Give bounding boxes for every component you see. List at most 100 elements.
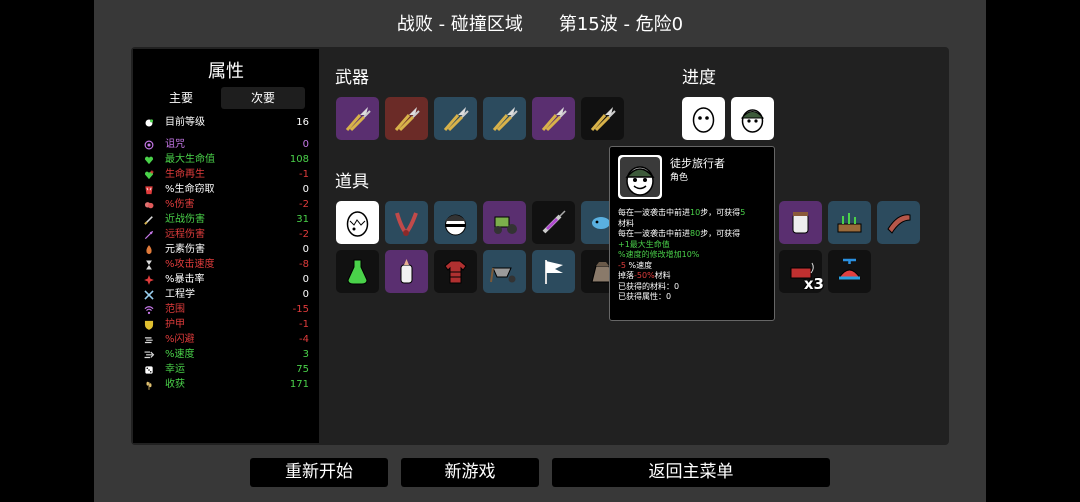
new-game-button[interactable]: 新游戏	[401, 458, 539, 487]
tab-primary-stats[interactable]: 主要	[141, 87, 221, 109]
stat-label: %生命窃取	[165, 184, 215, 195]
stat-value: 31	[296, 214, 309, 225]
main-menu-button[interactable]: 返回主菜单	[552, 458, 830, 487]
luck-icon	[143, 364, 154, 375]
harvest-icon	[143, 379, 154, 390]
stat-value: 75	[296, 364, 309, 375]
stat-label: 护甲	[165, 319, 185, 330]
tooltip-text: 10%	[681, 250, 700, 259]
tooltip-line: -5 %速度	[618, 261, 770, 272]
stat-value: 0	[302, 274, 309, 285]
tooltip-text: 10	[690, 208, 701, 217]
tooltip-text: 步，可获得	[700, 208, 741, 217]
item-slot[interactable]	[434, 201, 477, 244]
stat-row: 幸运 75	[141, 362, 309, 377]
curse-icon	[143, 139, 154, 150]
range-icon	[143, 304, 154, 315]
ranged-icon	[143, 229, 154, 240]
progress-slot[interactable]	[682, 97, 725, 140]
item-slot[interactable]	[336, 250, 379, 293]
item-slot[interactable]: x3	[779, 250, 824, 293]
stat-label: %伤害	[165, 199, 195, 210]
stat-label: 范围	[165, 304, 185, 315]
progress-title: 进度	[682, 68, 716, 88]
item-slot[interactable]	[532, 201, 575, 244]
items-title: 道具	[335, 172, 369, 192]
tooltip-text: 掉落	[618, 271, 634, 280]
tab-secondary-stats[interactable]: 次要	[221, 87, 305, 109]
tooltip-text: 已获得的材料：0	[618, 281, 680, 291]
tooltip-text: 材料	[618, 218, 634, 228]
tooltip-text: 每在一波袭击中前进	[618, 208, 690, 217]
item-slot[interactable]	[828, 201, 871, 244]
stat-row: %攻击速度 -8	[141, 257, 309, 272]
tooltip-line: 材料	[618, 219, 770, 230]
tooltip-text: -5	[618, 260, 626, 270]
stat-row: 最大生命值 108	[141, 152, 309, 167]
tooltip-text: +1最大生命值	[618, 239, 670, 249]
tooltip-text: 步，可获得	[700, 229, 741, 238]
stat-row: 目前等级 16	[141, 115, 309, 130]
progress-slot[interactable]	[731, 97, 774, 140]
tooltip-text: -50%	[634, 271, 655, 280]
item-slot[interactable]	[828, 250, 871, 293]
item-slot[interactable]	[483, 201, 526, 244]
tooltip-line: 每在一波袭击中前进80步，可获得	[618, 229, 770, 240]
crit-icon	[143, 274, 154, 285]
heart-icon	[143, 154, 154, 165]
stat-row: 诅咒 0	[141, 137, 309, 152]
stat-row: 范围 -15	[141, 302, 309, 317]
item-slot[interactable]	[336, 201, 379, 244]
attack-speed-icon	[143, 259, 154, 270]
tooltip-text: 5	[740, 208, 746, 217]
tooltip-text: 每在一波袭击中前进	[618, 229, 690, 238]
stat-label: 远程伤害	[165, 229, 205, 240]
item-slot[interactable]	[385, 201, 428, 244]
item-slot[interactable]	[779, 201, 822, 244]
stat-value: -4	[299, 334, 309, 345]
stat-row: 收获 171	[141, 377, 309, 392]
weapon-slot[interactable]	[581, 97, 624, 140]
tooltip-text: %速度	[625, 260, 653, 270]
stat-label: 元素伤害	[165, 244, 205, 255]
stat-value: 16	[296, 117, 309, 128]
stat-label: 诅咒	[165, 139, 185, 150]
item-slot[interactable]	[532, 250, 575, 293]
stats-panel: 属性 主要 次要 目前等级 16 诅咒 0 最大生命值 108 生命再生 -1 %生命窃取 0 %伤…	[133, 49, 319, 443]
stat-value: 0	[302, 244, 309, 255]
stat-value: 0	[302, 184, 309, 195]
level-icon	[143, 117, 154, 128]
item-slot[interactable]	[434, 250, 477, 293]
weapon-slot[interactable]	[532, 97, 575, 140]
tooltip-line: 掉落-50%材料	[618, 271, 770, 282]
stat-value: -15	[292, 304, 309, 315]
weapon-slot[interactable]	[336, 97, 379, 140]
stat-label: %攻击速度	[165, 259, 215, 270]
stat-row: 近战伤害 31	[141, 212, 309, 227]
stat-value: 108	[289, 154, 309, 165]
stat-label: 生命再生	[165, 169, 205, 180]
tooltip-text: %速度的修改增加	[618, 250, 682, 259]
weapon-slot[interactable]	[483, 97, 526, 140]
stat-value: -2	[299, 229, 309, 240]
item-count: x3	[803, 275, 824, 293]
stat-row: 护甲 -1	[141, 317, 309, 332]
hiker-icon	[618, 155, 662, 199]
weapon-slot[interactable]	[385, 97, 428, 140]
stat-row: 远程伤害 -2	[141, 227, 309, 242]
stats-title: 属性	[208, 61, 244, 82]
tooltip-type: 角色	[670, 173, 689, 183]
lifesteal-icon	[143, 184, 154, 195]
engineering-icon	[143, 289, 154, 300]
weapon-slot[interactable]	[434, 97, 477, 140]
stat-value: 3	[302, 349, 309, 360]
stat-value: -2	[299, 199, 309, 210]
item-slot[interactable]	[483, 250, 526, 293]
tooltip-name: 徒步旅行者	[670, 157, 725, 170]
stat-row: %伤害 -2	[141, 197, 309, 212]
item-slot[interactable]	[877, 201, 920, 244]
stat-value: 0	[302, 139, 309, 150]
regen-icon	[143, 169, 154, 180]
restart-button[interactable]: 重新开始	[250, 458, 388, 487]
item-slot[interactable]	[385, 250, 428, 293]
